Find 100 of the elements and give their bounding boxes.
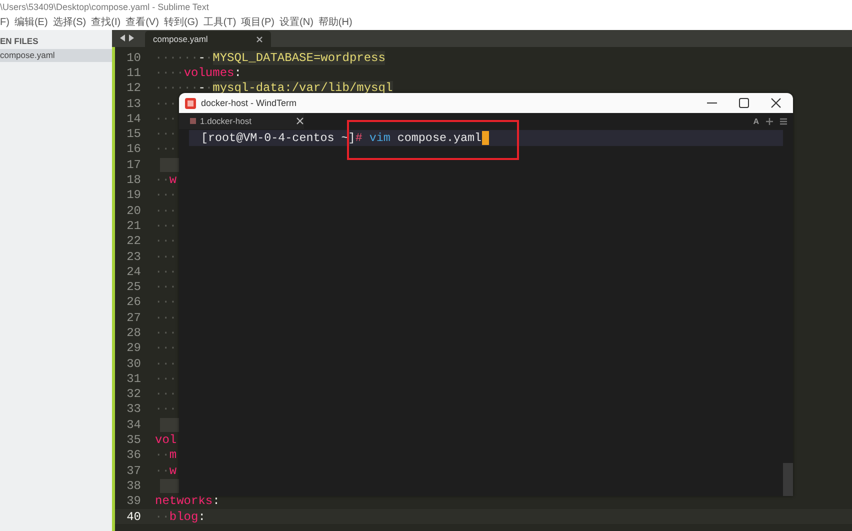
line-number: 22	[126, 234, 142, 248]
code-text: w	[169, 173, 177, 188]
terminal-text: #	[355, 131, 362, 145]
whitespace-marker: ···	[155, 356, 177, 371]
whitespace-marker: ··	[155, 173, 170, 188]
whitespace-marker: ···	[155, 310, 177, 325]
code-text: MYSQL_DATABASE=wordpress	[212, 50, 386, 65]
menu-icon[interactable]	[780, 118, 787, 124]
whitespace-marker: ······	[155, 81, 198, 96]
close-icon[interactable]	[296, 117, 304, 125]
font-button[interactable]: A	[753, 116, 759, 126]
whitespace-marker: ···	[155, 387, 177, 402]
sidebar-header: EN FILES	[0, 36, 40, 48]
code-text: networks	[155, 494, 213, 508]
code-text: m	[169, 448, 177, 462]
line-number: 12	[126, 81, 142, 96]
line-number: 14	[126, 112, 142, 126]
line-number: 23	[126, 250, 142, 264]
code-text: volumes	[184, 66, 234, 80]
line-number: 27	[126, 310, 142, 325]
whitespace-marker: ··	[155, 510, 170, 524]
whitespace-marker: ··	[155, 448, 170, 462]
whitespace-marker: ···	[155, 234, 177, 248]
whitespace-marker: ···	[155, 204, 177, 218]
scrollbar[interactable]	[783, 463, 793, 496]
session-icon	[190, 118, 196, 124]
indent-highlight	[160, 478, 180, 493]
whitespace-marker: ···	[155, 341, 177, 356]
nav-arrows-icon[interactable]	[119, 34, 135, 42]
code-text: vol	[155, 433, 177, 448]
line-number: 28	[126, 326, 142, 340]
menu-item[interactable]: F)	[0, 16, 10, 28]
code-text: :	[212, 494, 220, 508]
line-number: 35	[126, 433, 142, 448]
whitespace-marker: ···	[155, 264, 177, 279]
close-icon[interactable]	[256, 36, 263, 42]
session-tab[interactable]: 1.docker-host	[179, 113, 304, 129]
line-number: 19	[126, 188, 142, 202]
whitespace-marker: ···	[155, 402, 177, 416]
line-number: 29	[126, 341, 142, 356]
menu-item[interactable]: 工具(T)	[203, 15, 236, 29]
menu-item[interactable]: 帮助(H)	[318, 15, 352, 29]
terminal-text: vim	[369, 131, 390, 145]
file-item[interactable]: compose.yaml	[0, 49, 112, 62]
menu-item[interactable]: 选择(S)	[52, 15, 86, 29]
line-number: 24	[126, 264, 142, 279]
line-number: 13	[126, 96, 142, 111]
window-title: docker-host - WindTerm	[201, 98, 298, 108]
whitespace-marker: ····	[155, 66, 184, 80]
line-number: 10	[126, 50, 142, 65]
line-number: 15	[126, 127, 142, 142]
line-number: 40	[126, 510, 142, 524]
code-text: :	[234, 66, 242, 80]
line-number: 34	[126, 418, 142, 432]
menu-item[interactable]: 查看(V)	[126, 15, 159, 29]
whitespace-marker: ···	[155, 372, 177, 386]
line-number: 18	[126, 173, 142, 188]
line-number: 32	[126, 387, 142, 402]
line-number: 33	[126, 402, 142, 416]
line-number: 25	[126, 280, 142, 294]
code-text: blog	[169, 510, 198, 524]
code-text: :	[198, 510, 206, 524]
line-number: 16	[126, 142, 142, 156]
line-number: 39	[126, 494, 142, 508]
code-text: -	[198, 50, 206, 65]
plus-icon[interactable]	[766, 118, 773, 124]
close-icon[interactable]	[771, 98, 781, 108]
text-cursor	[482, 131, 489, 145]
maximize-icon[interactable]	[739, 98, 749, 108]
whitespace-marker: ···	[155, 127, 177, 142]
app-icon[interactable]	[185, 98, 196, 108]
whitespace-marker: ···	[155, 280, 177, 294]
whitespace-marker: ···	[155, 188, 177, 202]
file-tab[interactable]: compose.yaml	[145, 31, 271, 47]
code-text: w	[169, 464, 177, 478]
whitespace-marker: ···	[155, 218, 177, 233]
whitespace-marker: ······	[155, 50, 198, 65]
menu-item[interactable]: 转到(G)	[164, 15, 198, 29]
whitespace-marker: ···	[155, 112, 177, 126]
indent-highlight	[160, 158, 180, 172]
whitespace-marker: ·	[205, 81, 213, 96]
whitespace-marker: ···	[155, 96, 177, 111]
whitespace-marker: ···	[155, 326, 177, 340]
line-number: 31	[126, 372, 142, 386]
menu-item[interactable]: 编辑(E)	[14, 15, 48, 29]
menu-item[interactable]: 设置(N)	[280, 15, 314, 29]
line-number: 30	[126, 356, 142, 371]
menu-item[interactable]: 项目(P)	[241, 15, 275, 29]
whitespace-marker: ···	[155, 250, 177, 264]
window-title: \Users\53409\Desktop\compose.yaml - Sublime Text	[0, 2, 209, 12]
code-text: -	[198, 81, 206, 96]
line-number: 21	[126, 218, 142, 233]
line-number: 38	[126, 478, 142, 493]
line-number: 37	[126, 464, 142, 478]
menu-item[interactable]: 查找(I)	[91, 15, 121, 29]
terminal-text: compose.yaml	[397, 131, 482, 145]
whitespace-marker: ·	[205, 50, 213, 65]
line-number: 36	[126, 448, 142, 462]
whitespace-marker: ··	[155, 464, 170, 478]
whitespace-marker: ···	[155, 295, 177, 310]
